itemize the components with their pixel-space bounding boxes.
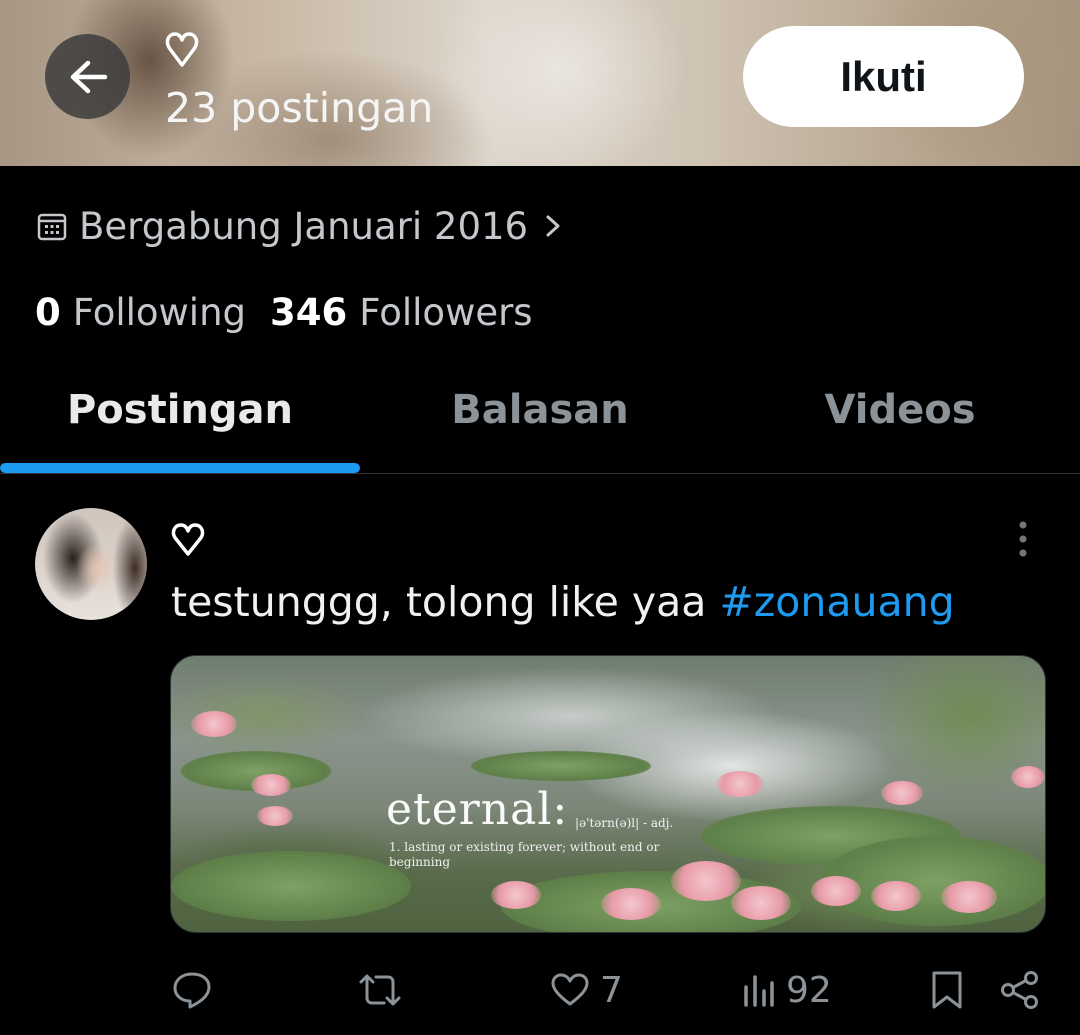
calendar-icon [37, 213, 67, 241]
repost-button[interactable] [357, 960, 403, 1020]
profile-tabs: Postingan Balasan Videos [0, 360, 1080, 474]
water-lily [251, 774, 291, 796]
post-text: testunggg, tolong like yaa #zonauang [171, 578, 955, 626]
profile-banner: 23 postingan Ikuti [0, 0, 1080, 166]
arrow-left-icon [70, 60, 107, 93]
water-lily [871, 881, 921, 911]
followers-count: 346 [270, 290, 348, 334]
followers-link[interactable]: 346 Followers [270, 291, 533, 334]
water-lily [191, 711, 237, 737]
heart-icon [551, 973, 589, 1006]
lily-pad [471, 751, 651, 781]
active-tab-indicator [0, 463, 360, 473]
tab-postingan[interactable]: Postingan [0, 380, 360, 440]
views-button[interactable]: 92 [742, 960, 832, 1020]
water-lily [716, 771, 764, 797]
view-count: 92 [786, 969, 832, 1011]
more-options-icon[interactable] [1013, 520, 1033, 560]
water-lily [601, 888, 661, 920]
hashtag-link[interactable]: #zonauang [719, 578, 954, 626]
share-button[interactable] [1000, 960, 1040, 1020]
chevron-right-icon [546, 215, 560, 237]
bookmark-icon [932, 971, 962, 1009]
bookmark-button[interactable] [930, 960, 964, 1020]
lily-pad [171, 851, 411, 921]
share-icon [1001, 971, 1038, 1009]
tab-balasan[interactable]: Balasan [360, 380, 720, 440]
heart-icon [165, 32, 199, 67]
image-pronunciation: |ə'tərn(ə)l| - adj. [575, 816, 674, 830]
back-button[interactable] [45, 34, 130, 119]
tab-videos[interactable]: Videos [720, 380, 1080, 440]
post-body: testunggg, tolong like yaa [171, 578, 720, 626]
water-lily [491, 881, 541, 909]
post-image[interactable]: eternal: |ə'tərn(ə)l| - adj. 1. lasting … [170, 655, 1046, 933]
water-lily [1011, 766, 1045, 788]
joined-date[interactable]: Bergabung Januari 2016 [37, 203, 564, 249]
following-label: Following [72, 290, 247, 334]
bar-chart-icon [744, 975, 774, 1007]
water-lily [731, 886, 791, 920]
author-name-heart-icon[interactable] [171, 522, 205, 558]
image-definition: 1. lasting or existing forever; without … [389, 840, 660, 869]
avatar[interactable] [35, 508, 147, 620]
post-count: 23 postingan [165, 84, 434, 132]
following-count: 0 [35, 290, 61, 334]
water-lily [881, 781, 923, 805]
image-word: eternal: [386, 784, 569, 835]
repost-icon [359, 974, 401, 1006]
reply-button[interactable] [172, 960, 212, 1020]
like-button[interactable]: 7 [550, 960, 623, 1020]
water-lily [941, 881, 997, 913]
joined-label: Bergabung Januari 2016 [79, 204, 529, 248]
like-count: 7 [600, 969, 623, 1011]
followers-label: Followers [359, 290, 533, 334]
following-link[interactable]: 0 Following [35, 291, 246, 334]
follow-stats: 0 Following 346 Followers [35, 289, 533, 335]
reply-icon [173, 972, 211, 1009]
follow-button[interactable]: Ikuti [743, 26, 1024, 127]
post-actions: 7 92 [0, 960, 1080, 1020]
water-lily [257, 806, 293, 826]
water-lily [811, 876, 861, 906]
